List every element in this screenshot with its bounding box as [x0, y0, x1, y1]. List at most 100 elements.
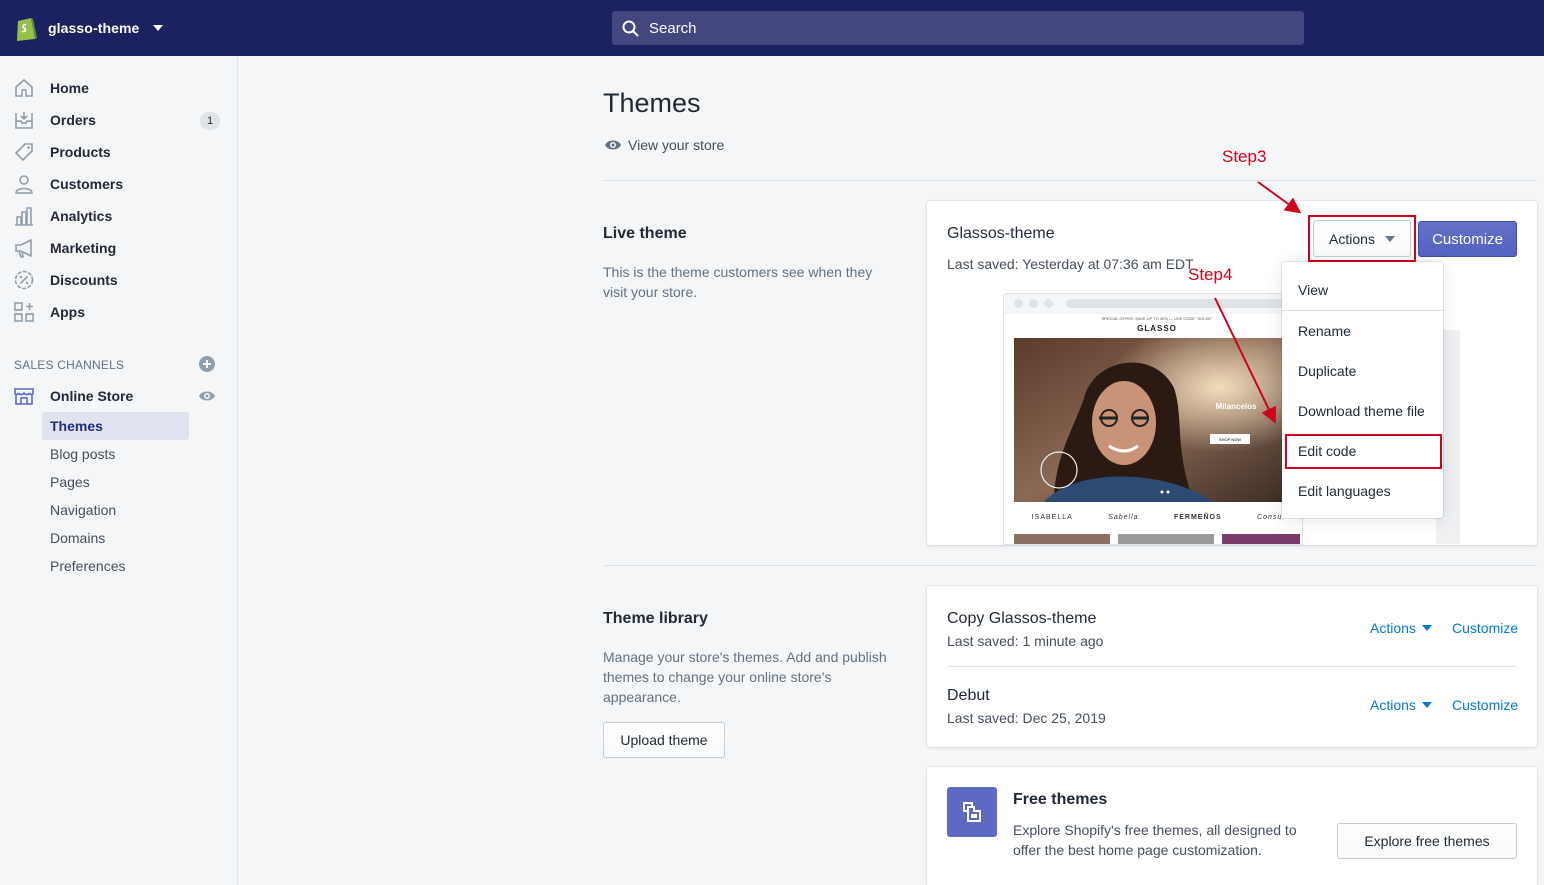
step3-label: Step3 [1222, 147, 1267, 166]
live-theme-heading: Live theme [603, 225, 687, 242]
menu-item-rename[interactable]: Rename [1282, 313, 1443, 349]
theme-name: Copy Glassos-theme [947, 610, 1097, 627]
step4-highlight [1285, 434, 1442, 469]
brand-name: Consu [1257, 513, 1283, 521]
sidebar-subitem-blog-posts[interactable]: Blog posts [42, 440, 189, 468]
person-icon [15, 175, 33, 194]
browser-dot [1044, 299, 1053, 308]
discount-icon [14, 270, 34, 290]
search-icon [622, 20, 639, 37]
sales-channels-heading: SALES CHANNELS [14, 358, 125, 372]
free-themes-description: Explore Shopify's free themes, all desig… [1013, 822, 1297, 858]
sidebar-item-label: Discounts [50, 272, 118, 288]
sidebar-item-home[interactable]: Home [0, 72, 237, 104]
theme-library-description: Manage your store's themes. Add and publ… [603, 649, 887, 705]
store-name: glasso-theme [48, 20, 140, 36]
add-channel-icon[interactable] [199, 356, 215, 372]
menu-item-view[interactable]: View [1282, 272, 1443, 308]
theme-customize-link[interactable]: Customize [1452, 697, 1518, 713]
search-bar[interactable] [612, 11, 1304, 45]
upload-theme-button[interactable]: Upload theme [603, 722, 725, 758]
sidebar-item-discounts[interactable]: Discounts [0, 264, 237, 296]
theme-actions-link[interactable]: Actions [1370, 697, 1432, 713]
eye-icon [605, 140, 621, 150]
sidebar-item-label: Analytics [50, 208, 113, 224]
menu-item-edit-languages[interactable]: Edit languages [1282, 473, 1443, 509]
theme-library-card: Copy Glassos-theme Last saved: 1 minute … [927, 586, 1537, 747]
browser-url-bar [1066, 299, 1298, 308]
sidebar-subitem-pages[interactable]: Pages [42, 468, 189, 496]
preview-thumbnails [1014, 534, 1300, 544]
sidebar-subitem-navigation[interactable]: Navigation [42, 496, 189, 524]
bar-chart-icon [15, 207, 33, 226]
sidebar-item-analytics[interactable]: Analytics [0, 200, 237, 232]
step3-highlight [1308, 215, 1416, 262]
explore-free-themes-button[interactable]: Explore free themes [1337, 823, 1517, 859]
store-icon [14, 388, 34, 405]
row-divider [947, 666, 1517, 667]
brand-name: FERMEÑOS [1173, 513, 1222, 521]
theme-preview: SPECIAL OFFER: SAVE UP TO 30% — USE CODE… [1003, 293, 1303, 545]
sidebar-item-label: Products [50, 144, 111, 160]
theme-actions-link[interactable]: Actions [1370, 620, 1432, 636]
theme-saved: Last saved: 1 minute ago [947, 633, 1104, 649]
sidebar-item-products[interactable]: Products [0, 136, 237, 168]
sidebar: Home Orders 1 Products Customers Analyti… [0, 56, 238, 885]
actions-dropdown: View Rename Duplicate Download theme fil… [1282, 262, 1443, 518]
preview-hero-image: Milancelos SHOP NOW [1014, 338, 1300, 502]
brand-name: Sabella [1108, 513, 1139, 521]
home-icon [15, 78, 33, 97]
shopify-logo-icon [17, 18, 37, 41]
free-themes-icon-tile [947, 787, 997, 837]
theme-name: Debut [947, 687, 990, 704]
view-store-link[interactable]: View your store [604, 137, 724, 153]
sidebar-subitem-preferences[interactable]: Preferences [42, 552, 189, 580]
search-input[interactable] [649, 19, 1249, 37]
customize-button[interactable]: Customize [1418, 221, 1517, 257]
menu-item-download[interactable]: Download theme file [1282, 393, 1443, 429]
chevron-down-icon [153, 25, 164, 31]
browser-bar [1004, 294, 1302, 314]
top-bar: glasso-theme [0, 0, 1544, 56]
sidebar-item-marketing[interactable]: Marketing [0, 232, 237, 264]
orders-icon [15, 112, 33, 129]
sidebar-item-label: Home [50, 80, 89, 96]
free-themes-title: Free themes [1013, 791, 1108, 808]
preview-logo: GLASSO [1137, 324, 1177, 333]
orders-count-badge: 1 [200, 112, 220, 130]
sidebar-subitem-domains[interactable]: Domains [42, 524, 189, 552]
view-store-label: View your store [628, 137, 725, 153]
sidebar-item-orders[interactable]: Orders 1 [0, 104, 237, 136]
live-theme-description: This is the theme customers see when the… [603, 264, 873, 300]
sidebar-item-label: Orders [50, 112, 96, 128]
sidebar-item-customers[interactable]: Customers [0, 168, 237, 200]
sidebar-subitem-themes[interactable]: Themes [42, 412, 189, 440]
sidebar-item-label: Customers [50, 176, 124, 192]
store-switcher[interactable]: glasso-theme [14, 12, 164, 44]
divider [603, 180, 1537, 181]
theme-customize-link[interactable]: Customize [1452, 620, 1518, 636]
chevron-down-icon [1421, 702, 1432, 708]
menu-separator [1282, 310, 1443, 311]
theme-library-heading: Theme library [603, 610, 708, 627]
preview-announcement: SPECIAL OFFER: SAVE UP TO 30% — USE CODE… [1101, 316, 1213, 321]
sidebar-item-label: Marketing [50, 240, 117, 256]
actions-label: Actions [1370, 697, 1416, 713]
brand-name: ISABELLA [1031, 513, 1073, 521]
page-title: Themes [603, 88, 701, 118]
sidebar-item-label: Online Store [50, 388, 134, 404]
sidebar-item-label: Apps [50, 304, 85, 320]
live-theme-name: Glassos-theme [947, 225, 1055, 242]
sidebar-item-apps[interactable]: Apps [0, 296, 237, 328]
apps-icon [14, 302, 34, 322]
tag-icon [14, 143, 33, 162]
actions-label: Actions [1370, 620, 1416, 636]
browser-dot [1029, 299, 1038, 308]
theme-saved: Last saved: Dec 25, 2019 [947, 710, 1106, 726]
chevron-down-icon [1421, 625, 1432, 631]
eye-icon[interactable] [198, 389, 216, 403]
megaphone-icon [15, 238, 32, 258]
preview-hero-title: Milancelos [1216, 402, 1257, 411]
preview-hero-button: SHOP NOW [1219, 437, 1241, 442]
menu-item-duplicate[interactable]: Duplicate [1282, 353, 1443, 389]
